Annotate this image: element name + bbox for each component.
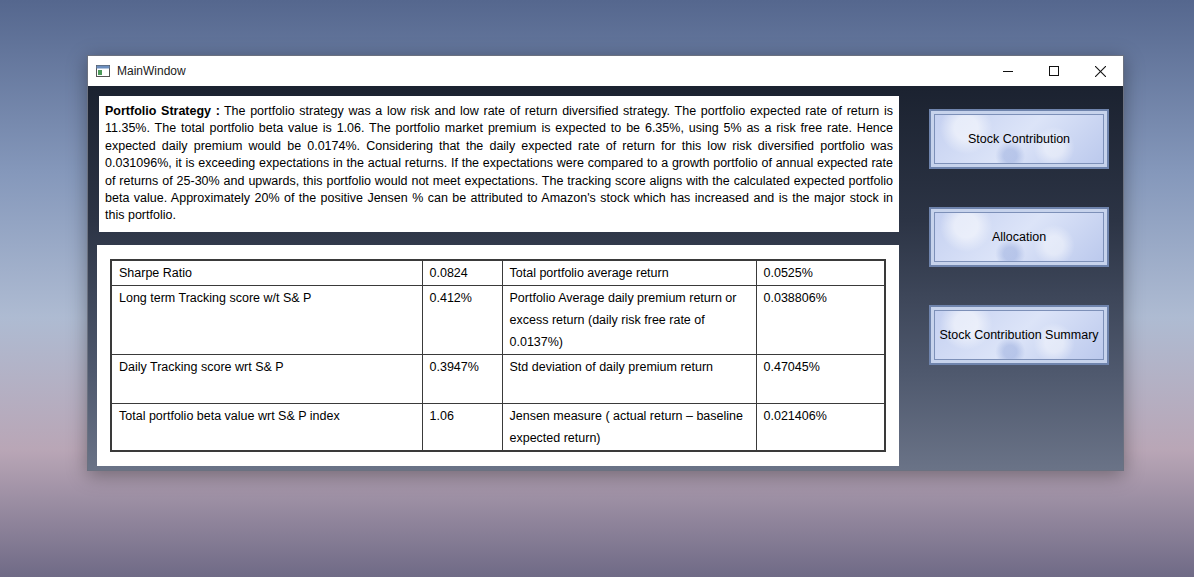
table-row: Long term Tracking score w/t S& P0.412%P… [111,286,885,355]
strategy-heading: Portfolio Strategy : [105,104,220,118]
table-cell: 0.412% [422,286,502,355]
table-cell: 0.038806% [756,286,885,355]
table-row: Total portfolio beta value wrt S& P inde… [111,404,885,452]
metrics-table: Sharpe Ratio0.0824Total portfolio averag… [110,259,886,452]
table-cell: Portfolio Average daily premium return o… [502,286,756,355]
window-body: Portfolio Strategy :The portfolio strate… [88,86,1123,470]
strategy-panel: Portfolio Strategy :The portfolio strate… [99,96,899,232]
table-cell: 0.021406% [756,404,885,452]
table-cell: Jensen measure ( actual return – baselin… [502,404,756,452]
table-cell: Long term Tracking score w/t S& P [111,286,422,355]
maximize-icon [1049,66,1059,76]
close-icon [1095,66,1106,77]
minimize-icon [1003,66,1013,76]
metrics-panel: Sharpe Ratio0.0824Total portfolio averag… [97,245,899,466]
action-button[interactable]: Stock Contribution [929,109,1109,169]
strategy-text: The portfolio strategy was a low risk an… [105,104,893,222]
content-column: Portfolio Strategy :The portfolio strate… [88,86,910,470]
table-cell: 0.3947% [422,355,502,404]
table-cell: Sharpe Ratio [111,260,422,286]
title-bar[interactable]: MainWindow [88,56,1123,86]
minimize-button[interactable] [985,56,1031,86]
table-cell: 0.0824 [422,260,502,286]
table-cell: Std deviation of daily premium return [502,355,756,404]
action-button[interactable]: Stock Contribution Summary [929,305,1109,365]
table-row: Daily Tracking score wrt S& P0.3947%Std … [111,355,885,404]
table-row: Sharpe Ratio0.0824Total portfolio averag… [111,260,885,286]
button-column: Stock Contribution Allocation Stock Contri… [910,86,1123,470]
close-button[interactable] [1077,56,1123,86]
table-cell: Total portfolio average return [502,260,756,286]
app-icon [96,65,110,77]
table-cell: 0.0525% [756,260,885,286]
main-window: MainWindow Portfolio Strategy :The portfo… [87,55,1124,471]
table-cell: 0.47045% [756,355,885,404]
table-cell: 1.06 [422,404,502,452]
window-title: MainWindow [117,64,985,78]
action-button[interactable]: Allocation [929,207,1109,267]
table-cell: Daily Tracking score wrt S& P [111,355,422,404]
table-cell: Total portfolio beta value wrt S& P inde… [111,404,422,452]
desktop: MainWindow Portfolio Strategy :The portfo… [0,0,1194,577]
maximize-button[interactable] [1031,56,1077,86]
